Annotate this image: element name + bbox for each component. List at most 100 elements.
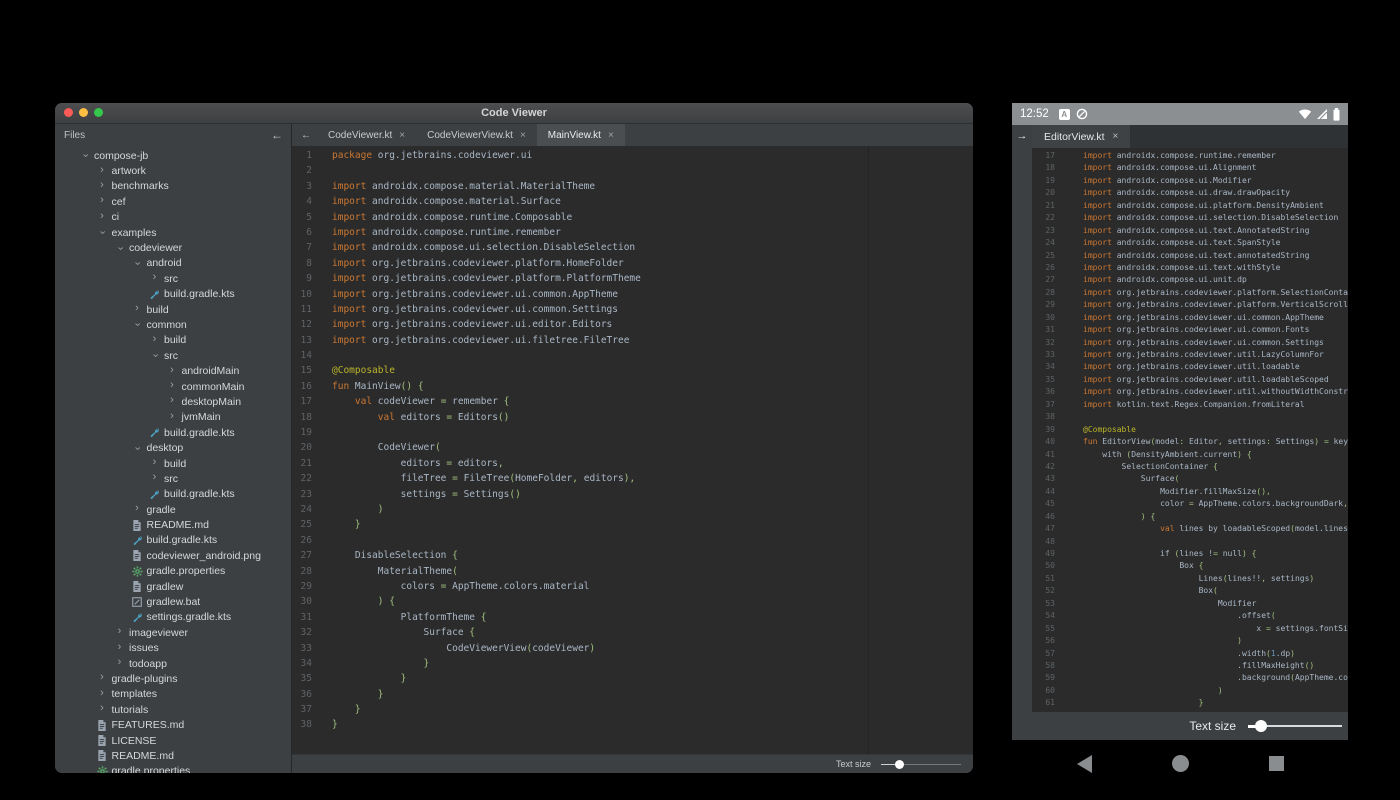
tree-item[interactable]: ›imageviewer <box>55 625 291 640</box>
text-size-slider[interactable] <box>1248 720 1342 732</box>
tree-item[interactable]: ›build <box>55 456 291 471</box>
code-line: 52 Box( <box>1032 585 1348 597</box>
code-line: 31 PlatformTheme { <box>292 610 973 625</box>
chevron-right-icon[interactable]: › <box>100 703 104 714</box>
chevron-right-icon[interactable]: › <box>118 657 122 668</box>
tree-item[interactable]: ›build <box>55 302 291 317</box>
chevron-right-icon[interactable]: › <box>100 195 104 206</box>
chevron-down-icon[interactable]: › <box>131 446 142 450</box>
tree-item[interactable]: › examples <box>55 225 291 240</box>
chevron-down-icon[interactable]: › <box>131 262 142 266</box>
chevron-right-icon[interactable]: › <box>170 411 174 422</box>
tree-item[interactable]: FEATURES.md <box>55 717 291 732</box>
expand-panel-icon[interactable]: → <box>1017 125 1028 740</box>
line-number: 34 <box>292 656 312 671</box>
text-size-slider[interactable] <box>881 760 961 769</box>
chevron-right-icon[interactable]: › <box>100 165 104 176</box>
tree-item[interactable]: gradlew <box>55 579 291 594</box>
recents-button[interactable] <box>1269 756 1284 771</box>
tree-item[interactable]: codeviewer_android.png <box>55 548 291 563</box>
tree-item[interactable]: gradlew.bat <box>55 594 291 609</box>
chevron-right-icon[interactable]: › <box>100 180 104 191</box>
chevron-right-icon[interactable]: › <box>118 642 122 653</box>
chevron-right-icon[interactable]: › <box>153 457 157 468</box>
tree-item[interactable]: LICENSE <box>55 733 291 748</box>
close-window-icon[interactable] <box>64 108 73 117</box>
tree-item[interactable]: ›ci <box>55 210 291 225</box>
chevron-right-icon[interactable]: › <box>135 303 139 314</box>
close-tab-icon[interactable]: × <box>1113 131 1119 142</box>
chevron-right-icon[interactable]: › <box>153 472 157 483</box>
tab-codeviewerview-kt[interactable]: CodeViewerView.kt× <box>416 124 537 146</box>
tree-item-label: build <box>164 334 186 346</box>
tab-editorview[interactable]: EditorView.kt × <box>1032 125 1130 148</box>
tree-item[interactable]: ›src <box>55 271 291 286</box>
tree-item[interactable]: ›common <box>55 317 291 332</box>
code-line: 55 x = settings.fontSize * 0.5f <box>1032 623 1348 635</box>
tree-item[interactable]: ›todoapp <box>55 656 291 671</box>
tree-item[interactable]: ›android <box>55 256 291 271</box>
tree-item[interactable]: ›issues <box>55 641 291 656</box>
window-titlebar[interactable]: Code Viewer <box>55 103 973 124</box>
tree-item[interactable]: ›templates <box>55 687 291 702</box>
chevron-down-icon[interactable]: › <box>114 246 125 250</box>
chevron-down-icon[interactable]: › <box>79 154 90 158</box>
tree-item[interactable]: ›src <box>55 471 291 486</box>
tree-item[interactable]: ›gradle-plugins <box>55 671 291 686</box>
chevron-right-icon[interactable]: › <box>153 272 157 283</box>
tree-item[interactable]: gradle.properties <box>55 764 291 773</box>
tree-item[interactable]: ›compose-jb <box>55 148 291 163</box>
tab-mainview-kt[interactable]: MainView.kt× <box>537 124 625 146</box>
tree-item[interactable]: settings.gradle.kts <box>55 610 291 625</box>
tree-item[interactable]: ›gradle <box>55 502 291 517</box>
minimize-window-icon[interactable] <box>79 108 88 117</box>
close-tab-icon[interactable]: × <box>608 130 614 141</box>
chevron-right-icon[interactable]: › <box>100 672 104 683</box>
chevron-down-icon[interactable]: › <box>131 323 142 327</box>
status-time: 12:52 <box>1020 108 1049 120</box>
chevron-down-icon[interactable]: › <box>149 354 160 358</box>
tree-item-label: examples <box>112 227 157 239</box>
tree-item[interactable]: README.md <box>55 517 291 532</box>
tree-item[interactable]: ›artwork <box>55 163 291 178</box>
tree-item[interactable]: build.gradle.kts <box>55 487 291 502</box>
collapse-panel-icon[interactable]: ← <box>271 128 283 142</box>
chevron-down-icon[interactable]: › <box>96 231 107 235</box>
chevron-right-icon[interactable]: › <box>170 395 174 406</box>
tree-item[interactable]: build.gradle.kts <box>55 533 291 548</box>
tree-item[interactable]: ›tutorials <box>55 702 291 717</box>
tree-item[interactable]: build.gradle.kts <box>55 425 291 440</box>
tree-item[interactable]: › build <box>55 333 291 348</box>
code-editor[interactable]: 1package org.jetbrains.codeviewer.ui23im… <box>292 146 973 754</box>
tree-item[interactable]: build.gradle.kts <box>55 287 291 302</box>
tree-item[interactable]: ›desktop <box>55 440 291 455</box>
tree-item[interactable]: ›androidMain <box>55 363 291 378</box>
close-tab-icon[interactable]: × <box>520 130 526 141</box>
tab-codeviewer-kt[interactable]: CodeViewer.kt× <box>317 124 416 146</box>
back-button[interactable] <box>1077 755 1092 773</box>
tree-item[interactable]: gradle.properties <box>55 564 291 579</box>
zoom-window-icon[interactable] <box>94 108 103 117</box>
tree-item[interactable]: ›commonMain <box>55 379 291 394</box>
tree-item[interactable]: README.md <box>55 748 291 763</box>
slider-thumb[interactable] <box>895 760 904 769</box>
chevron-right-icon[interactable]: › <box>153 334 157 345</box>
chevron-right-icon[interactable]: › <box>100 211 104 222</box>
slider-thumb[interactable] <box>1255 720 1267 732</box>
tree-item[interactable]: ›benchmarks <box>55 179 291 194</box>
tabs-back-icon[interactable]: ← <box>292 124 317 146</box>
phone-code-editor[interactable]: 17import androidx.compose.runtime.rememb… <box>1032 148 1348 712</box>
tree-item[interactable]: ›src <box>55 348 291 363</box>
chevron-right-icon[interactable]: › <box>100 688 104 699</box>
code-line: 32 Surface { <box>292 625 973 640</box>
chevron-right-icon[interactable]: › <box>170 380 174 391</box>
tree-item[interactable]: ›cef <box>55 194 291 209</box>
close-tab-icon[interactable]: × <box>399 130 405 141</box>
chevron-right-icon[interactable]: › <box>118 626 122 637</box>
tree-item[interactable]: ›jvmMain <box>55 410 291 425</box>
home-button[interactable] <box>1172 755 1189 772</box>
tree-item[interactable]: ›codeviewer <box>55 240 291 255</box>
chevron-right-icon[interactable]: › <box>170 365 174 376</box>
chevron-right-icon[interactable]: › <box>135 503 139 514</box>
tree-item[interactable]: ›desktopMain <box>55 394 291 409</box>
